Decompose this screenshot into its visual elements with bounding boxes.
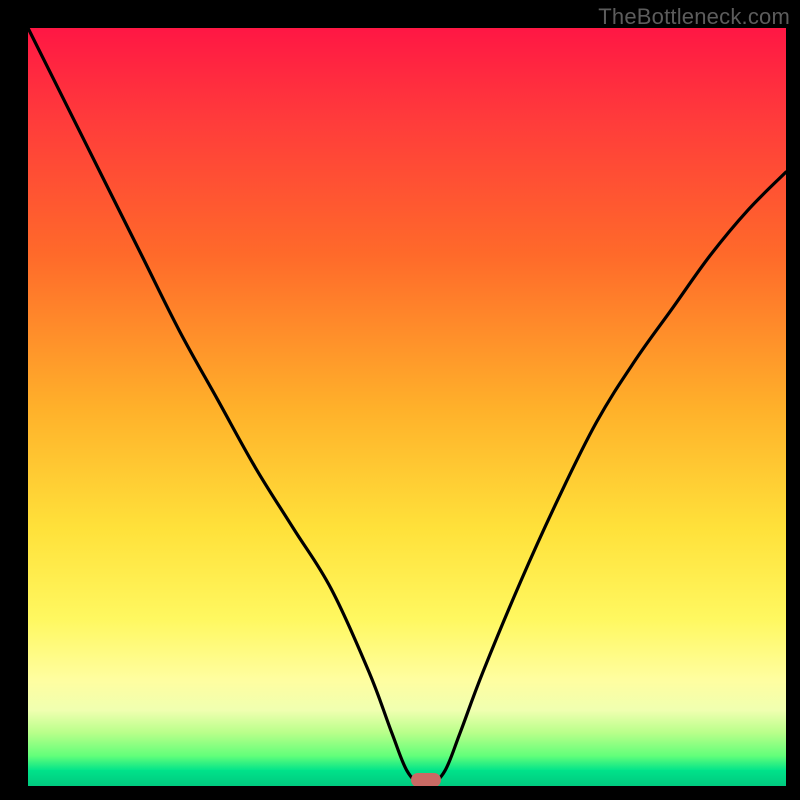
chart-frame: TheBottleneck.com <box>0 0 800 800</box>
bottleneck-curve <box>28 28 786 786</box>
plot-area <box>28 28 786 786</box>
optimal-marker <box>411 773 441 786</box>
watermark-text: TheBottleneck.com <box>598 4 790 30</box>
